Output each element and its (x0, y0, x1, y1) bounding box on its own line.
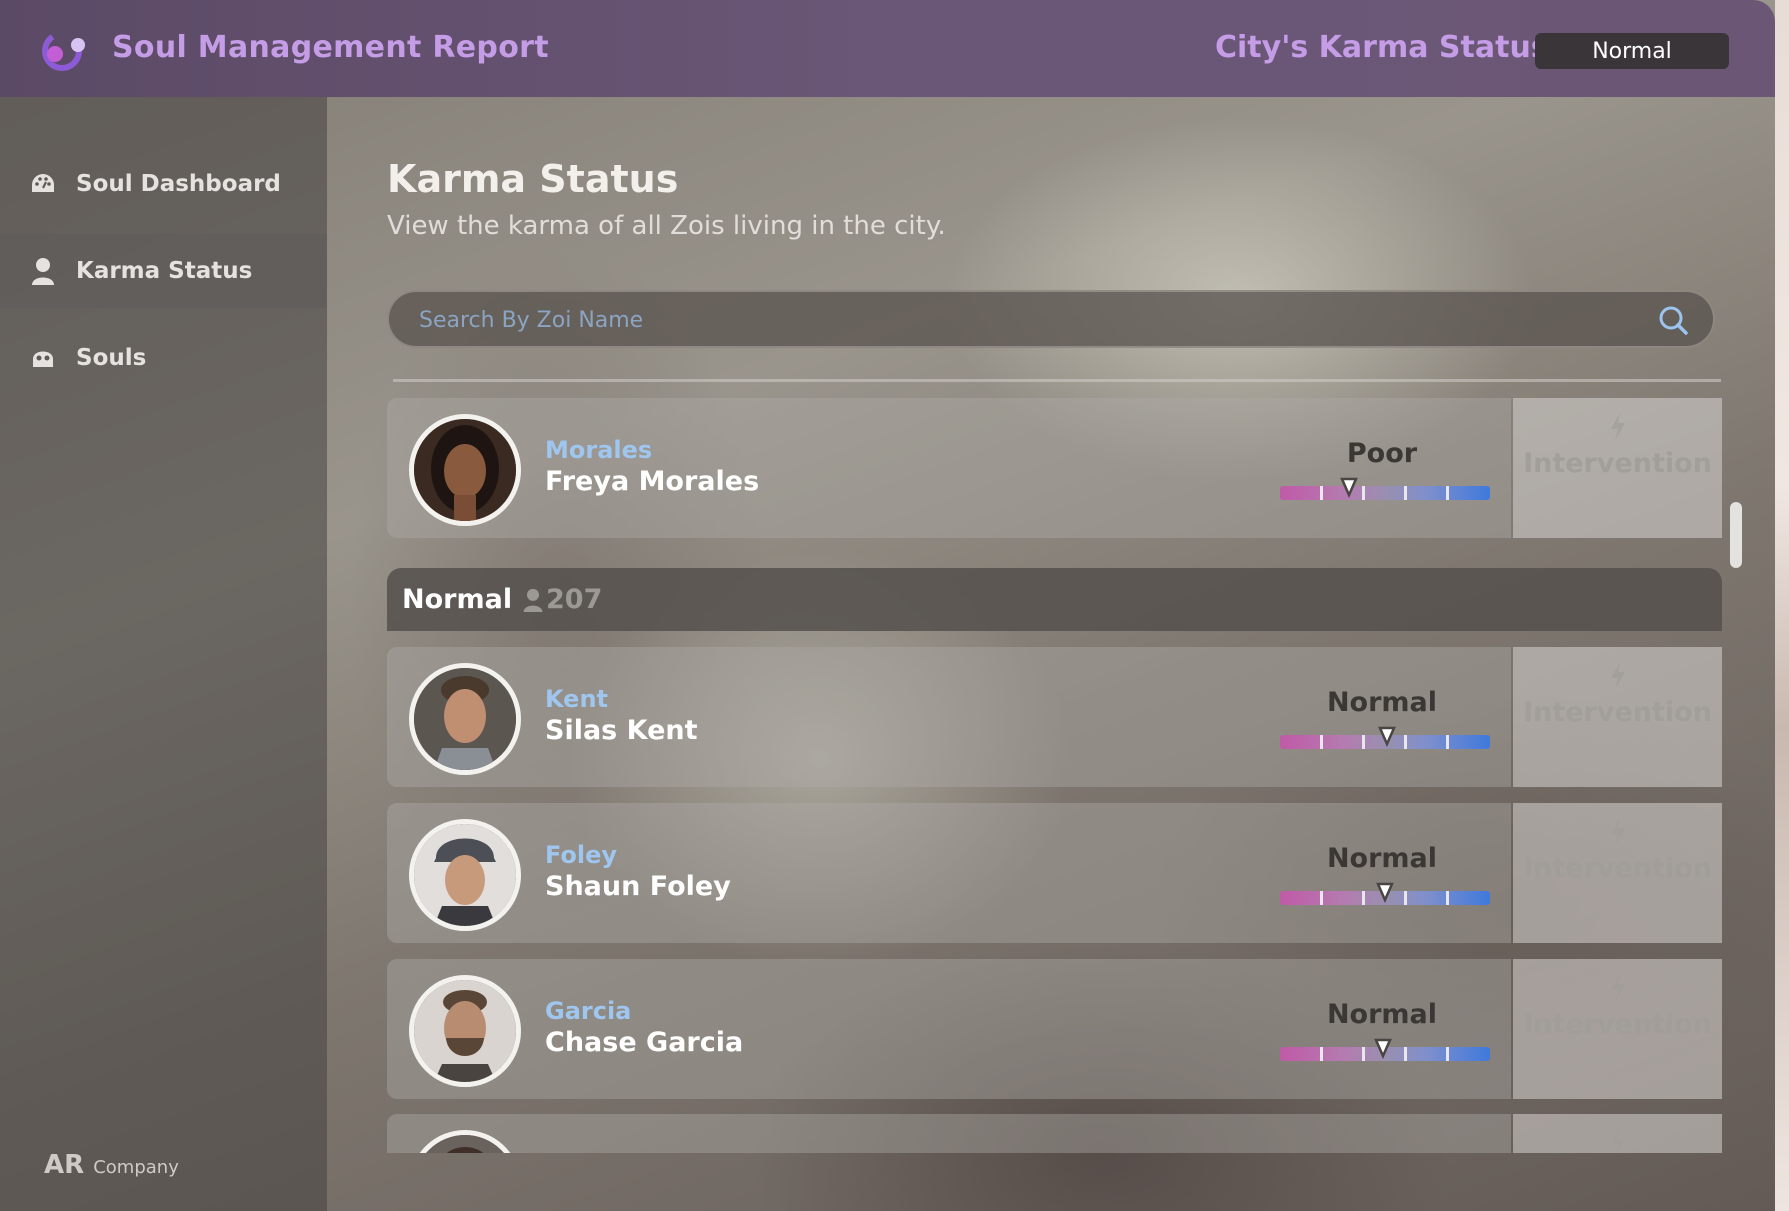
karma-bar (1280, 882, 1490, 905)
page-title: Karma Status (387, 157, 679, 201)
city-karma-label: City's Karma Status: (1215, 30, 1561, 65)
page-subtitle: View the karma of all Zois living in the… (387, 211, 946, 241)
title-bar: Soul Management Report City's Karma Stat… (0, 0, 1775, 97)
city-karma-badge: Normal (1535, 33, 1729, 69)
karma-status-text: Normal (1326, 999, 1438, 1030)
intervention-button[interactable]: Intervention (1513, 647, 1722, 787)
karma-bar (1280, 477, 1490, 500)
zoi-info (387, 1114, 1511, 1153)
sidebar-item-label: Soul Dashboard (76, 171, 281, 197)
group-label: Normal (402, 584, 513, 615)
zoi-info: Morales Freya Morales Poor (387, 398, 1511, 538)
list-item[interactable]: Morales Freya Morales Poor Intervention (387, 398, 1722, 538)
zoi-name: Freya Morales (545, 466, 760, 497)
karma-list: Morales Freya Morales Poor Intervention … (387, 375, 1722, 1153)
lightning-icon (1611, 974, 1625, 1002)
app-logo-icon (42, 31, 85, 71)
app-window: Soul Management Report City's Karma Stat… (0, 0, 1775, 1211)
sidebar: Soul Dashboard Karma Status Souls AR Com… (0, 97, 327, 1211)
sidebar-item-label: Karma Status (76, 258, 253, 284)
avatar (409, 663, 521, 775)
avatar (409, 414, 521, 526)
list-scrollbar[interactable] (1730, 502, 1742, 568)
list-item[interactable]: Foley Shaun Foley Normal Intervention (387, 803, 1722, 943)
zoi-surname: Kent (545, 685, 609, 713)
intervention-label: Intervention (1523, 1009, 1712, 1040)
intervention-label: Intervention (1523, 448, 1712, 479)
background-edge (1775, 0, 1789, 1211)
karma-status-text: Normal (1326, 687, 1438, 718)
lightning-icon (1611, 662, 1625, 690)
person-icon (28, 256, 58, 286)
brand-main: AR (44, 1150, 85, 1180)
search-bar (387, 290, 1715, 348)
zoi-surname: Morales (545, 436, 653, 464)
search-input[interactable] (417, 300, 1621, 340)
karma-status-text: Normal (1326, 843, 1438, 874)
karma-status-text: Poor (1346, 438, 1418, 469)
soul-icon (28, 343, 58, 373)
group-header: Normal 207 (387, 568, 1722, 631)
app-title: Soul Management Report (112, 30, 549, 65)
avatar (409, 975, 521, 1087)
brand-sub: Company (93, 1157, 179, 1178)
intervention-button[interactable]: Intervention (1513, 398, 1722, 538)
intervention-label: Intervention (1523, 853, 1712, 884)
list-divider (393, 379, 1721, 382)
zoi-name: Chase Garcia (545, 1027, 744, 1058)
list-item[interactable]: Kent Silas Kent Normal Intervention (387, 647, 1722, 787)
group-count-value: 207 (546, 584, 603, 615)
lightning-icon (1611, 1129, 1625, 1153)
group-count: 207 (522, 584, 602, 615)
list-item[interactable] (387, 1114, 1722, 1153)
sidebar-item-karma-status[interactable]: Karma Status (0, 234, 327, 308)
zoi-info: Foley Shaun Foley Normal (387, 803, 1511, 943)
karma-bar (1280, 1038, 1490, 1061)
avatar (409, 1130, 521, 1153)
zoi-name: Silas Kent (545, 715, 698, 746)
zoi-surname: Garcia (545, 997, 632, 1025)
company-brand: AR Company (44, 1150, 179, 1180)
zoi-name: Shaun Foley (545, 871, 731, 902)
karma-bar (1280, 726, 1490, 749)
intervention-button[interactable] (1513, 1114, 1722, 1153)
lightning-icon (1611, 413, 1625, 441)
search-icon[interactable] (1657, 304, 1689, 336)
intervention-button[interactable]: Intervention (1513, 959, 1722, 1099)
list-item[interactable]: Garcia Chase Garcia Normal Intervention (387, 959, 1722, 1099)
sidebar-item-label: Souls (76, 345, 147, 371)
intervention-button[interactable]: Intervention (1513, 803, 1722, 943)
dashboard-icon (28, 169, 58, 199)
intervention-label: Intervention (1523, 697, 1712, 728)
sidebar-item-souls[interactable]: Souls (0, 321, 327, 395)
avatar (409, 819, 521, 931)
sidebar-item-soul-dashboard[interactable]: Soul Dashboard (0, 147, 327, 221)
zoi-surname: Foley (545, 841, 618, 869)
zoi-info: Garcia Chase Garcia Normal (387, 959, 1511, 1099)
lightning-icon (1611, 818, 1625, 846)
person-icon (523, 588, 543, 612)
zoi-info: Kent Silas Kent Normal (387, 647, 1511, 787)
